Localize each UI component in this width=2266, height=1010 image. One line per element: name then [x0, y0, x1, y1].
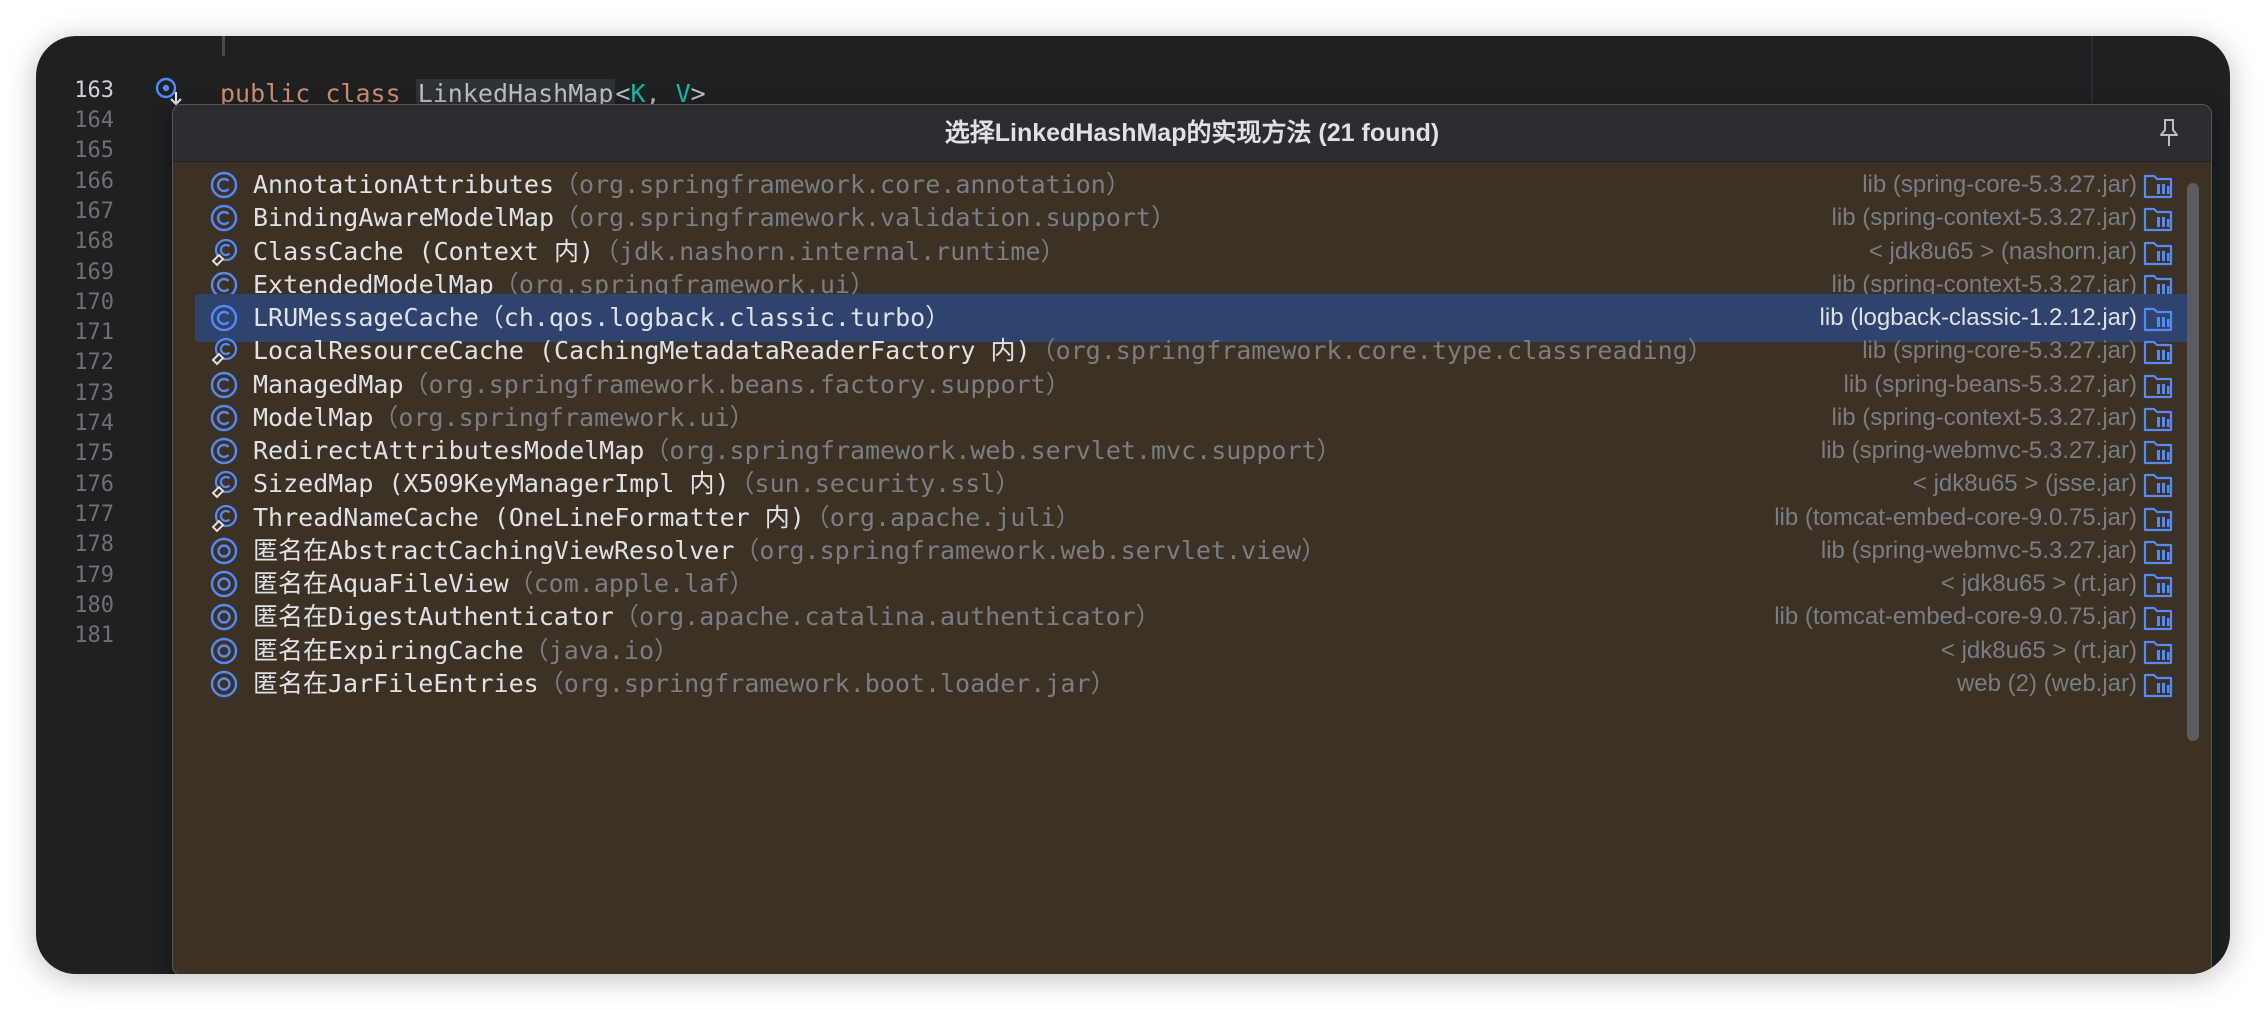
line-number: 168 [74, 229, 114, 255]
item-package: （org.springframework.boot.loader.jar） [538, 668, 1116, 698]
indent-guide [222, 36, 225, 56]
list-item[interactable]: 匿名在JarFileEntries（org.springframework.bo… [173, 660, 2211, 708]
popup-title: 选择LinkedHashMap的实现方法 (21 found) [944, 119, 1440, 147]
line-number: 180 [74, 592, 114, 618]
line-number: 178 [74, 532, 114, 558]
editor-window: 163 164 165 166 167 168 169 170 171 172 173 174 175 1… [36, 36, 2230, 974]
line-number: 172 [74, 350, 114, 376]
popup-header: 选择LinkedHashMap的实现方法 (21 found) [173, 105, 2211, 162]
library-folder-icon [2143, 671, 2173, 698]
line-number: 177 [74, 501, 114, 527]
line-number: 163 [74, 78, 114, 103]
scrollbar[interactable] [2187, 183, 2199, 741]
line-number: 181 [74, 623, 114, 649]
line-number: 167 [74, 198, 114, 224]
pin-icon[interactable] [2155, 117, 2183, 149]
line-number: 165 [74, 138, 114, 164]
right-margin-guide [2091, 36, 2093, 110]
choose-implementation-popup[interactable]: 选择LinkedHashMap的实现方法 (21 found) Annotati… [172, 104, 2212, 974]
item-library: web (2) (web.jar) [1956, 669, 2137, 697]
line-number: 179 [74, 562, 114, 588]
line-number: 175 [74, 441, 114, 467]
line-number: 166 [74, 168, 114, 194]
line-number: 169 [74, 259, 114, 285]
item-text: 匿名在JarFileEntries（org.springframework.bo… [253, 660, 1116, 708]
item-class-name: 匿名在JarFileEntries [253, 668, 539, 698]
line-number: 173 [74, 380, 114, 406]
line-number: 174 [74, 411, 114, 436]
line-number: 171 [74, 320, 114, 346]
line-number: 176 [74, 471, 114, 497]
line-number: 170 [74, 289, 114, 315]
line-number: 164 [74, 108, 114, 133]
anonymous-class-icon [209, 669, 239, 699]
